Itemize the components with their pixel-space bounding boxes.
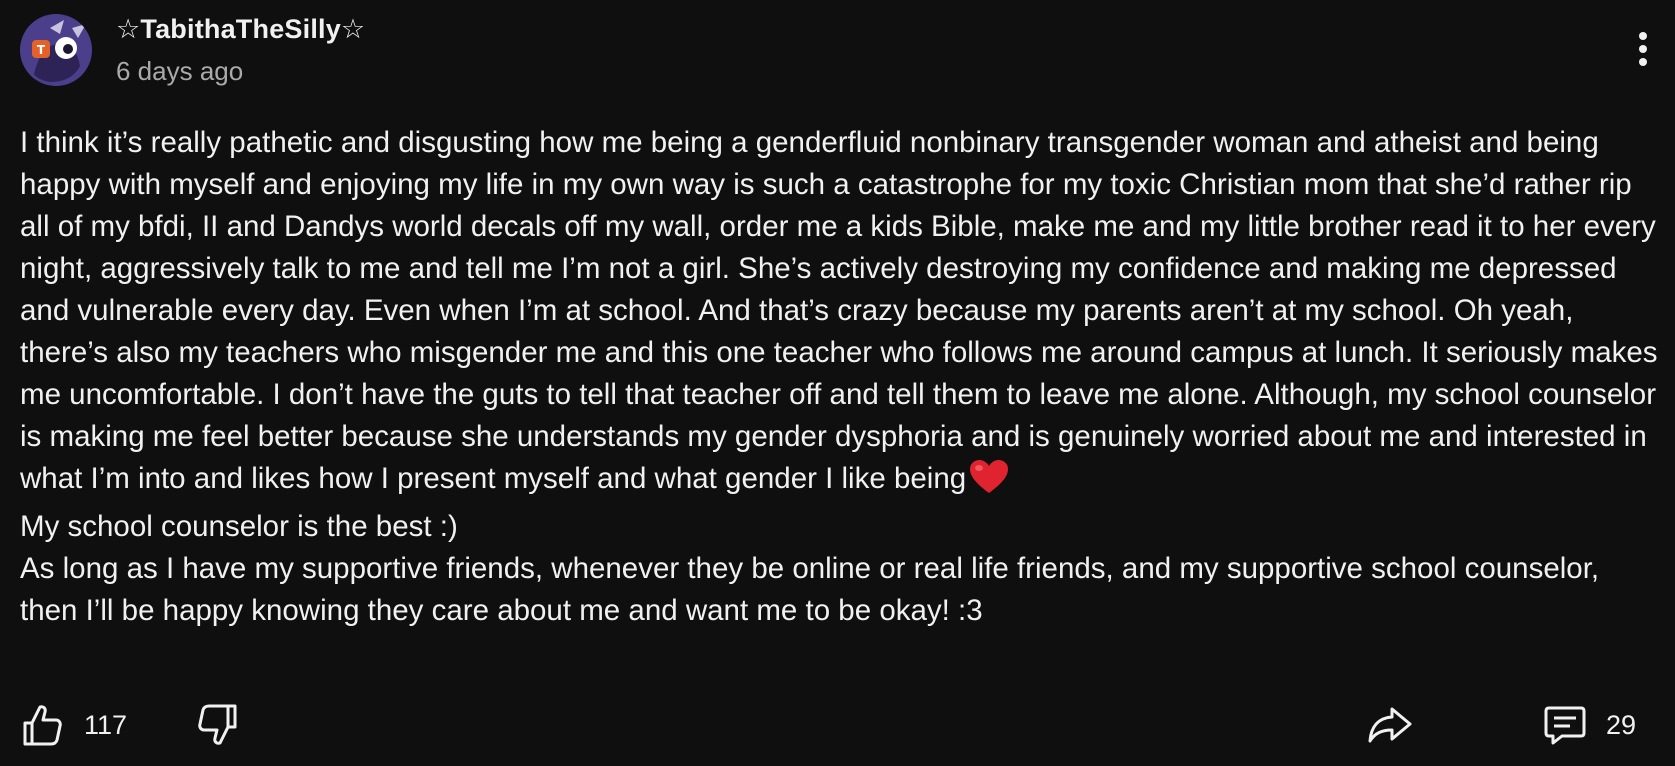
more-vertical-icon bbox=[1639, 32, 1647, 66]
like-button[interactable]: 117 bbox=[22, 700, 127, 750]
thumbs-down-icon bbox=[198, 704, 237, 745]
avatar[interactable]: T bbox=[20, 14, 92, 86]
reply-count: 29 bbox=[1606, 709, 1637, 740]
comment-timestamp[interactable]: 6 days ago bbox=[116, 56, 243, 87]
like-count: 117 bbox=[84, 709, 128, 740]
share-arrow-icon bbox=[1368, 707, 1412, 743]
thumbs-up-icon bbox=[23, 705, 62, 746]
share-button[interactable] bbox=[1368, 700, 1412, 750]
dislike-button[interactable] bbox=[198, 700, 238, 750]
author-name[interactable]: ☆TabithaTheSilly☆ bbox=[116, 14, 365, 45]
svg-text:T: T bbox=[37, 43, 46, 57]
avatar-image: T bbox=[20, 14, 92, 86]
comment-paragraph-2: My school counselor is the best :) bbox=[20, 510, 458, 543]
comment-paragraph-3: As long as I have my supportive friends,… bbox=[20, 552, 1600, 627]
red-heart-icon bbox=[970, 460, 1009, 506]
comment-body: I think it’s really pathetic and disgust… bbox=[20, 122, 1660, 632]
comment-paragraph-1: I think it’s really pathetic and disgust… bbox=[20, 126, 1658, 495]
replies-button[interactable]: 29 bbox=[1544, 700, 1636, 750]
more-options-button[interactable] bbox=[1626, 30, 1660, 74]
comment-bubble-icon bbox=[1544, 706, 1586, 745]
